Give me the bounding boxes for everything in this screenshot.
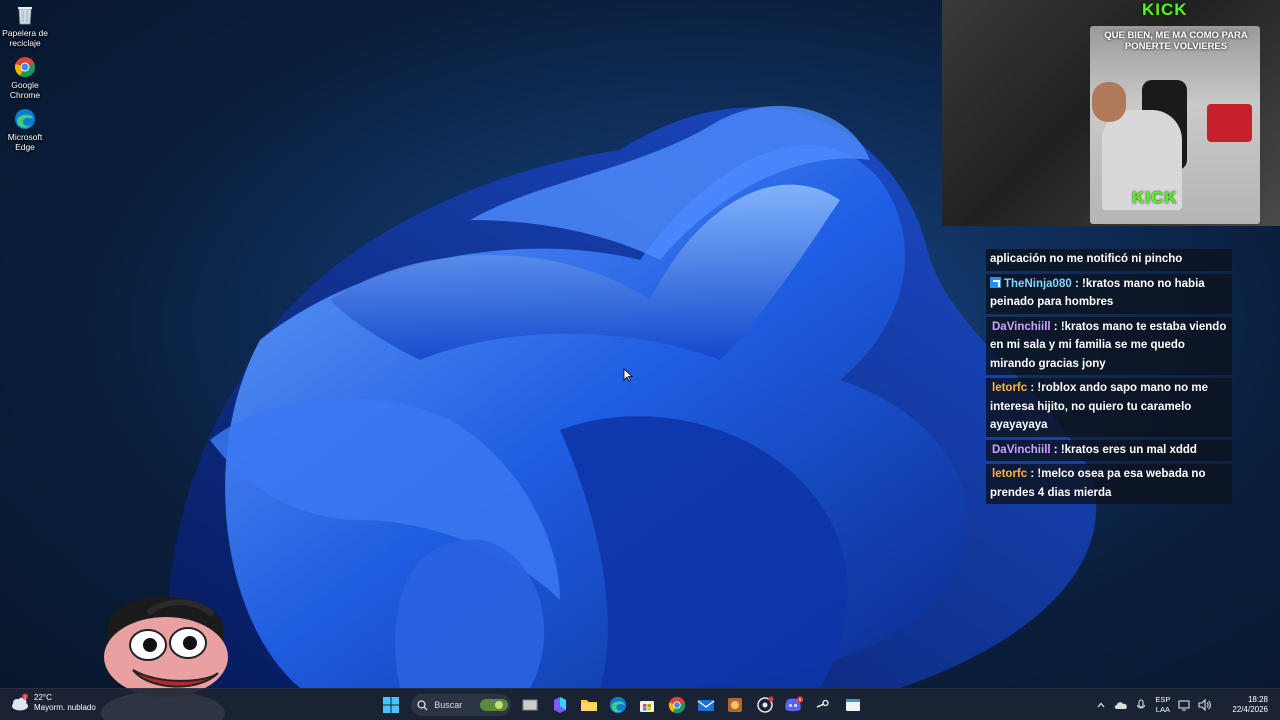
desktop-icons: Papelera de reciclaje Google Chrome Micr… — [0, 2, 50, 158]
chat-username: letorfc — [992, 468, 1028, 480]
microphone-button[interactable] — [1131, 695, 1151, 715]
chat-separator: : — [1050, 320, 1061, 333]
desktop-icon-chrome[interactable]: Google Chrome — [0, 54, 50, 106]
mail-button[interactable] — [693, 692, 719, 718]
m365-button[interactable] — [547, 692, 573, 718]
language-indicator[interactable]: ESP LAA — [1155, 695, 1170, 715]
chat-separator: : — [1071, 277, 1082, 290]
game-widget-icon — [480, 699, 509, 711]
weather-text: 22°C Mayorm. nublado — [34, 693, 96, 713]
streamer-head — [1092, 82, 1126, 122]
chatgpt-button[interactable] — [752, 692, 778, 718]
store-button[interactable] — [634, 692, 660, 718]
edge-icon — [15, 109, 35, 129]
chat-separator: : — [1027, 468, 1038, 480]
weather-temp: 22°C — [34, 693, 52, 702]
file-explorer-button[interactable] — [576, 692, 602, 718]
cloud-icon — [1115, 702, 1128, 709]
chat-separator: : — [1050, 443, 1061, 456]
search-icon — [417, 699, 428, 710]
chat-message: letorfc : !roblox ando sapo mano no me i… — [986, 378, 1232, 437]
game-button[interactable] — [722, 692, 748, 718]
taskbar: 1 22°C Mayorm. nublado Buscar 5 ESP LAA … — [0, 688, 1280, 720]
clock-time: 18:28 — [1247, 695, 1268, 704]
volume-button[interactable] — [1194, 695, 1214, 715]
task-view-icon — [522, 699, 538, 711]
mouse-cursor-icon — [623, 368, 633, 382]
file-explorer-icon — [580, 700, 597, 711]
weather-widget[interactable]: 1 22°C Mayorm. nublado — [10, 693, 96, 713]
steam-icon — [815, 697, 832, 713]
verified-badge-icon — [990, 276, 1001, 288]
terminal-button[interactable] — [840, 692, 866, 718]
chat-text: aplicación no me notificó ni pincho — [990, 253, 1183, 265]
promo-text: QUE BIEN, ME MA COMO PARA PONERTE VOLVIE… — [1104, 30, 1248, 52]
search-label: Buscar — [434, 700, 463, 710]
desktop-icon-edge[interactable]: Microsoft Edge — [0, 106, 50, 158]
discord-badge: 5 — [799, 697, 802, 703]
chat-username: TheNinja080 — [1004, 277, 1072, 290]
kick-logo-bottom: KICK — [1132, 188, 1178, 207]
kick-logo-top: KICK — [1142, 0, 1188, 19]
chat-separator: : — [1027, 382, 1038, 394]
chatgpt-icon — [756, 696, 774, 713]
chat-text: !kratos eres un mal xddd — [1060, 443, 1197, 456]
terminal-icon — [845, 699, 860, 711]
volume-icon — [1198, 699, 1211, 711]
recycle-bin-icon — [18, 7, 32, 25]
start-button[interactable] — [378, 692, 404, 718]
desktop-icon-label: Papelera de reciclaje — [2, 28, 48, 48]
chevron-up-icon — [1097, 702, 1105, 708]
edge-button[interactable] — [605, 692, 631, 718]
network-icon — [1178, 700, 1190, 711]
onedrive-button[interactable] — [1111, 695, 1131, 715]
microphone-icon — [1137, 699, 1146, 709]
system-tray: ESP LAA 18:28 22/4/2026 — [1091, 692, 1272, 718]
m365-icon — [553, 697, 566, 713]
clock[interactable]: 18:28 22/4/2026 — [1232, 695, 1268, 715]
discord-button[interactable]: 5 — [781, 692, 807, 718]
desktop-icon-recycle-bin[interactable]: Papelera de reciclaje — [0, 2, 50, 54]
chat-message: DaVinchiill : !kratos mano te estaba vie… — [986, 316, 1232, 375]
weather-desc: Mayorm. nublado — [34, 703, 96, 712]
chat-message: aplicación no me notificó ni pincho — [986, 249, 1232, 271]
chat-message: TheNinja080 : !kratos mano no habia pein… — [986, 273, 1232, 314]
taskbar-search[interactable]: Buscar — [411, 694, 512, 716]
tray-overflow-button[interactable] — [1091, 695, 1111, 715]
mail-icon — [697, 700, 715, 711]
chat-username: letorfc — [992, 382, 1028, 394]
microsoft-store-icon — [640, 701, 655, 712]
chat-message: letorfc : !melco osea pa esa webada no p… — [986, 464, 1232, 504]
webcam-overlay: KICK QUE BIEN, ME MA COMO PARA PONERTE V… — [942, 0, 1280, 226]
task-view-button[interactable] — [517, 692, 543, 718]
steam-button[interactable] — [810, 692, 836, 718]
chat-overlay: aplicación no me notificó ni pincho TheN… — [986, 249, 1232, 507]
clock-date: 22/4/2026 — [1232, 705, 1268, 714]
desktop-icon-label: Microsoft Edge — [7, 132, 43, 152]
chat-username: DaVinchiill — [992, 443, 1051, 456]
game-icon — [728, 698, 743, 712]
desktop-icon-label: Google Chrome — [9, 80, 41, 100]
discord-icon: 5 — [785, 696, 804, 712]
chrome-icon — [668, 696, 685, 714]
chat-username: DaVinchiill — [992, 320, 1051, 333]
chrome-button[interactable] — [664, 692, 690, 718]
toy-car — [1207, 104, 1252, 142]
edge-icon — [610, 696, 627, 714]
taskbar-apps: Buscar 5 — [378, 692, 869, 718]
chrome-icon — [15, 57, 35, 78]
lang-layout: LAA — [1155, 705, 1170, 714]
chat-message: DaVinchiill : !kratos eres un mal xddd — [986, 439, 1232, 461]
network-button[interactable] — [1174, 695, 1194, 715]
weather-icon: 1 — [10, 693, 30, 713]
lang-code: ESP — [1155, 695, 1171, 704]
windows-start-icon — [383, 697, 399, 713]
